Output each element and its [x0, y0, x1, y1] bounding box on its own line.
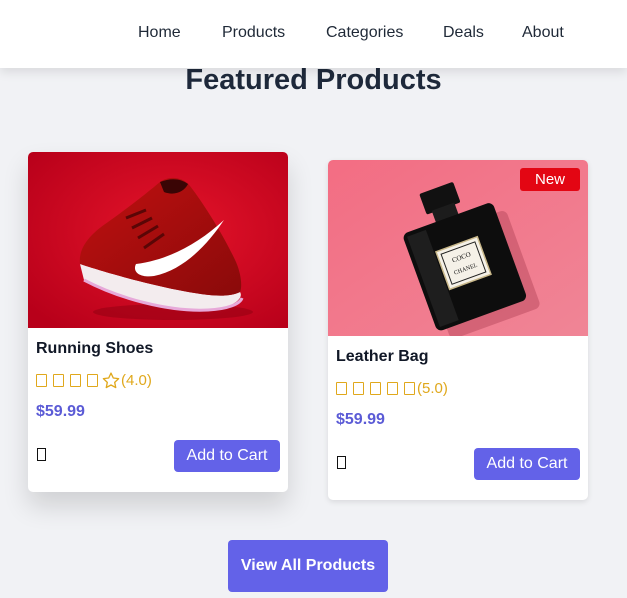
star-icon: [387, 381, 398, 395]
star-icon: [370, 381, 381, 395]
wishlist-icon[interactable]: [337, 456, 346, 469]
nav-item-products[interactable]: Products: [222, 24, 285, 42]
product-price: $59.99: [36, 403, 85, 420]
product-price: $59.99: [336, 411, 385, 428]
product-name[interactable]: Running Shoes: [36, 340, 153, 358]
star-outline-icon: [102, 371, 120, 389]
nav-item-about[interactable]: About: [522, 24, 564, 42]
star-icon: [336, 381, 347, 395]
new-badge: New: [520, 168, 580, 191]
add-to-cart-button[interactable]: Add to Cart: [474, 448, 580, 480]
product-rating: (5.0): [336, 378, 448, 398]
product-card: Running Shoes (4.0) $59.99 Add to Cart: [28, 152, 288, 492]
rating-value: (5.0): [417, 379, 448, 397]
view-all-products-button[interactable]: View All Products: [228, 540, 388, 592]
product-name[interactable]: Leather Bag: [336, 348, 428, 366]
star-icon: [70, 373, 81, 387]
nav-item-deals[interactable]: Deals: [443, 24, 484, 42]
rating-value: (4.0): [121, 371, 152, 389]
add-to-cart-button[interactable]: Add to Cart: [174, 440, 280, 472]
product-card: COCO CHANEL New Leather Bag (5.0) $59.99…: [328, 160, 588, 500]
top-navbar: Home Products Categories Deals About: [0, 0, 627, 68]
star-icon: [404, 381, 415, 395]
star-icon: [53, 373, 64, 387]
star-icon: [87, 373, 98, 387]
star-icon: [353, 381, 364, 395]
running-shoe-photo[interactable]: [28, 152, 288, 328]
nav-item-categories[interactable]: Categories: [326, 24, 403, 42]
wishlist-icon[interactable]: [37, 448, 46, 461]
nav-item-home[interactable]: Home: [138, 24, 181, 42]
star-icon: [36, 373, 47, 387]
product-rating: (4.0): [36, 370, 152, 390]
section-title: Featured Products: [185, 64, 442, 96]
